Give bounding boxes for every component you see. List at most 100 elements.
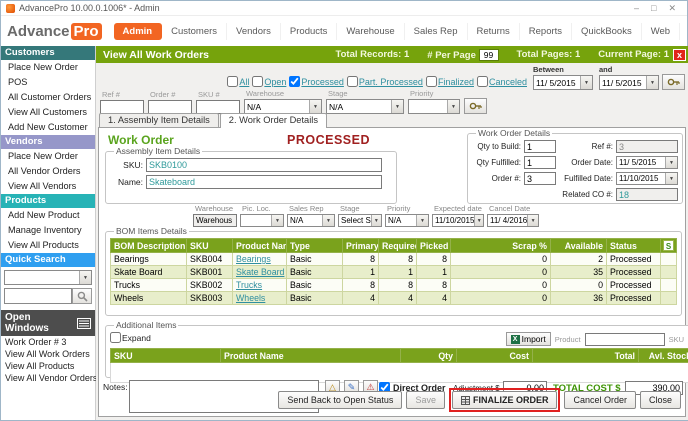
chevron-down-icon[interactable] bbox=[391, 100, 403, 113]
filter-finalized-checkbox[interactable] bbox=[426, 76, 437, 87]
cancel-order-button[interactable]: Cancel Order bbox=[564, 391, 636, 409]
filter-all-label[interactable]: All bbox=[239, 77, 249, 87]
finalize-order-button[interactable]: FINALIZE ORDER bbox=[452, 391, 558, 409]
ref-filter-input[interactable] bbox=[100, 100, 144, 114]
chevron-down-icon[interactable] bbox=[646, 76, 658, 89]
per-page-input[interactable] bbox=[479, 49, 499, 61]
filter-canceled-checkbox[interactable] bbox=[477, 76, 488, 87]
filter-processed-checkbox[interactable] bbox=[289, 76, 300, 87]
bom-col-primary[interactable]: Primary bbox=[343, 239, 379, 253]
order-date-select[interactable]: 11/ 5/2015 bbox=[616, 156, 678, 169]
save-button[interactable]: Save bbox=[406, 391, 445, 409]
product-link-trucks[interactable]: Trucks bbox=[236, 280, 262, 290]
menu-item-quickbooks[interactable]: QuickBooks bbox=[572, 23, 642, 40]
menu-item-web[interactable]: Web bbox=[642, 23, 680, 40]
qty-to-build-input[interactable] bbox=[524, 140, 556, 153]
tab-work-order-details[interactable]: 2. Work Order Details bbox=[220, 113, 327, 128]
bom-col-available[interactable]: Available bbox=[551, 239, 607, 253]
bom-col-picked[interactable]: Picked bbox=[417, 239, 451, 253]
close-panel-button[interactable]: Close bbox=[640, 391, 681, 409]
view-close-button[interactable]: x bbox=[673, 49, 686, 61]
chevron-down-icon[interactable] bbox=[447, 100, 459, 113]
sidebar-item-add-new-product[interactable]: Add New Product bbox=[1, 208, 95, 223]
sidebar-item-view-all-products[interactable]: View All Products bbox=[1, 238, 95, 253]
bom-col-status[interactable]: Status bbox=[607, 239, 661, 253]
add-col-product-name[interactable]: Product Name bbox=[221, 349, 401, 363]
menu-item-vendors[interactable]: Vendors bbox=[227, 23, 281, 40]
close-icon[interactable]: ✕ bbox=[668, 3, 676, 14]
filter-search-button[interactable] bbox=[464, 98, 487, 114]
warehouse-filter-select[interactable]: N/A bbox=[244, 99, 322, 114]
sidebar-item-manage-inventory[interactable]: Manage Inventory bbox=[1, 223, 95, 238]
chevron-down-icon[interactable] bbox=[527, 215, 538, 226]
filter-canceled-label[interactable]: Canceled bbox=[489, 77, 527, 87]
chevron-down-icon[interactable] bbox=[416, 215, 428, 226]
priority-filter-select[interactable] bbox=[408, 99, 460, 114]
spreadsheet-export-icon[interactable]: S bbox=[663, 240, 674, 251]
open-window-view-all-products[interactable]: View All Products bbox=[1, 360, 95, 372]
add-col-qty[interactable]: Qty bbox=[401, 349, 457, 363]
bom-row-trucks[interactable]: TrucksSKB002TrucksBasic88800Processed bbox=[111, 279, 677, 292]
bom-col-scrap[interactable]: Scrap % bbox=[451, 239, 551, 253]
chevron-down-icon[interactable] bbox=[665, 173, 677, 184]
import-button[interactable]: XImport bbox=[506, 332, 551, 346]
product-link-wheels[interactable]: Wheels bbox=[236, 293, 265, 303]
quick-search-button[interactable] bbox=[72, 288, 92, 304]
menu-item-warehouse[interactable]: Warehouse bbox=[337, 23, 404, 40]
filter-part-processed-checkbox[interactable] bbox=[347, 76, 358, 87]
bom-row-skate-board[interactable]: Skate BoardSKB001Skate BoardBasic111035P… bbox=[111, 266, 677, 279]
add-col-cost[interactable]: Cost bbox=[457, 349, 533, 363]
filter-part-processed-label[interactable]: Part. Processed bbox=[359, 77, 423, 87]
menu-item-reports[interactable]: Reports bbox=[520, 23, 572, 40]
chevron-down-icon[interactable] bbox=[322, 215, 334, 226]
assembly-sku-input[interactable] bbox=[146, 158, 382, 172]
open-window-view-all-vendor-orders[interactable]: View All Vendor Orders bbox=[1, 372, 95, 384]
chevron-down-icon[interactable] bbox=[79, 271, 91, 284]
maximize-icon[interactable]: □ bbox=[651, 3, 656, 14]
open-window-view-all-work-orders[interactable]: View All Work Orders bbox=[1, 348, 95, 360]
add-col-avl-stock[interactable]: Avl. Stock bbox=[639, 349, 688, 363]
expand-checkbox[interactable] bbox=[110, 332, 121, 343]
quick-search-type-select[interactable] bbox=[4, 270, 92, 285]
menu-item-mfg[interactable]: MFG bbox=[680, 23, 688, 40]
sidebar-item-all-customer-orders[interactable]: All Customer Orders bbox=[1, 90, 95, 105]
menu-item-products[interactable]: Products bbox=[281, 23, 338, 40]
qty-fulfilled-input[interactable] bbox=[524, 156, 556, 169]
chevron-down-icon[interactable] bbox=[665, 157, 677, 168]
chevron-down-icon[interactable] bbox=[580, 76, 592, 89]
stage-filter-select[interactable]: N/A bbox=[326, 99, 404, 114]
bom-col-description[interactable]: BOM Description bbox=[111, 239, 187, 253]
bom-col-product-name[interactable]: Product Name bbox=[233, 239, 287, 253]
menu-item-returns[interactable]: Returns bbox=[468, 23, 520, 40]
chevron-down-icon[interactable] bbox=[474, 215, 483, 226]
menu-item-sales-rep[interactable]: Sales Rep bbox=[405, 23, 468, 40]
order-number-input[interactable] bbox=[524, 172, 556, 185]
assembly-name-input[interactable] bbox=[146, 175, 382, 189]
chevron-down-icon[interactable] bbox=[271, 215, 283, 226]
bom-col-type[interactable]: Type bbox=[287, 239, 343, 253]
sidebar-item-all-vendor-orders[interactable]: All Vendor Orders bbox=[1, 164, 95, 179]
between-date-select[interactable]: 11/ 5/2015 bbox=[533, 75, 593, 90]
tab-assembly-item-details[interactable]: 1. Assembly Item Details bbox=[99, 113, 219, 127]
expand-label[interactable]: Expand bbox=[122, 333, 151, 343]
sidebar-item-view-all-customers[interactable]: View All Customers bbox=[1, 105, 95, 120]
fulfilled-date-select[interactable]: 11/10/2015 bbox=[616, 172, 678, 185]
minimize-icon[interactable]: – bbox=[634, 3, 639, 14]
add-col-total[interactable]: Total bbox=[533, 349, 639, 363]
open-windows-icon[interactable] bbox=[77, 318, 91, 329]
chevron-down-icon[interactable] bbox=[309, 100, 321, 113]
filter-all-checkbox[interactable] bbox=[227, 76, 238, 87]
product-search-input[interactable] bbox=[585, 333, 665, 346]
filter-open-label[interactable]: Open bbox=[264, 77, 286, 87]
sku-filter-input[interactable] bbox=[196, 100, 240, 114]
order-filter-input[interactable] bbox=[148, 100, 192, 114]
chevron-down-icon[interactable] bbox=[371, 215, 381, 226]
bom-row-bearings[interactable]: BearingsSKB004BearingsBasic88802Processe… bbox=[111, 253, 677, 266]
menu-item-admin[interactable]: Admin bbox=[114, 23, 163, 40]
sidebar-item-pos[interactable]: POS bbox=[1, 75, 95, 90]
product-link-bearings[interactable]: Bearings bbox=[236, 254, 271, 264]
filter-open-checkbox[interactable] bbox=[252, 76, 263, 87]
send-back-button[interactable]: Send Back to Open Status bbox=[278, 391, 402, 409]
add-col-sku[interactable]: SKU bbox=[111, 349, 221, 363]
sidebar-item-add-new-customer[interactable]: Add New Customer bbox=[1, 120, 95, 135]
